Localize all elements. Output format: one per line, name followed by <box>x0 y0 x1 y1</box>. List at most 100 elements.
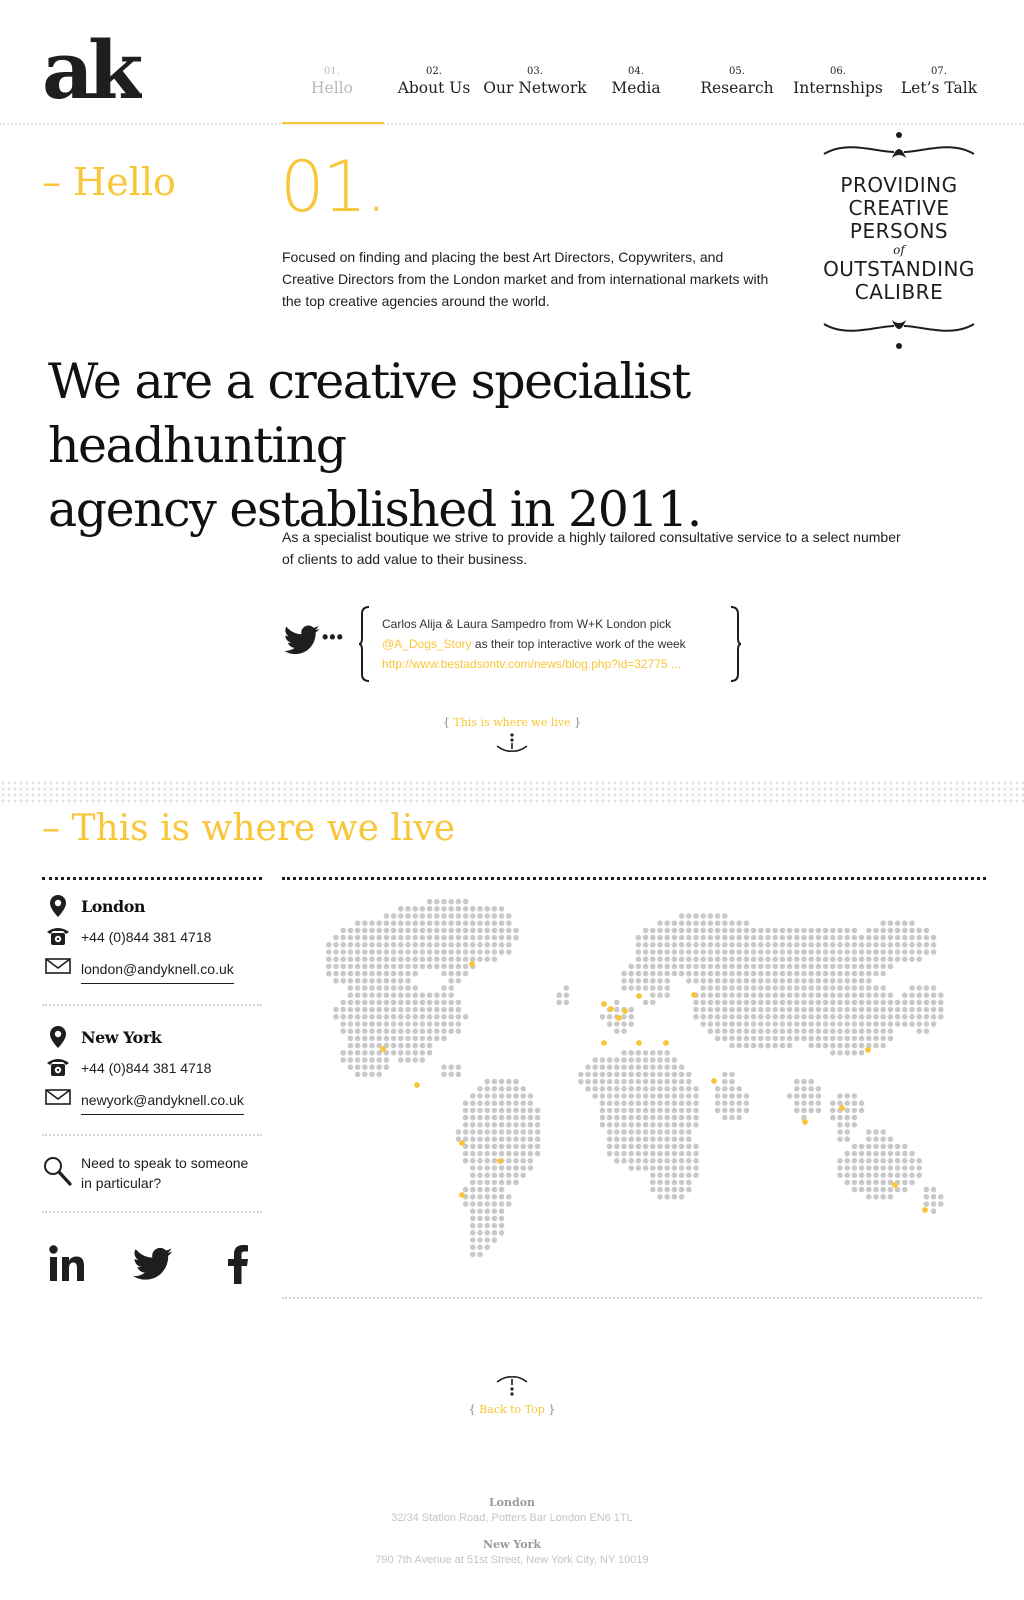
twitter-icon[interactable] <box>133 1244 173 1284</box>
map-location-marker[interactable] <box>622 1008 628 1014</box>
map-dot <box>664 992 670 998</box>
map-location-marker[interactable] <box>380 1046 386 1052</box>
nav-item-lets-talk[interactable]: 07. Let’s Talk <box>884 66 994 98</box>
map-dot <box>686 1078 692 1085</box>
map-dot <box>743 1021 750 1027</box>
map-dot <box>498 1122 505 1128</box>
map-dot <box>484 906 490 912</box>
nav-item-internships[interactable]: 06. Internships <box>783 66 893 98</box>
map-location-marker[interactable] <box>865 1047 871 1053</box>
map-dot <box>880 985 886 991</box>
map-location-marker[interactable] <box>414 1082 420 1088</box>
where-we-live-link[interactable]: { This is where we live } <box>412 716 612 729</box>
map-dot <box>902 949 908 955</box>
map-dot <box>491 1114 498 1121</box>
map-dot <box>434 934 440 941</box>
map-location-marker[interactable] <box>922 1207 928 1213</box>
map-dot <box>851 1050 858 1056</box>
map-dot <box>527 1150 534 1157</box>
nav-item-media[interactable]: 04. Media <box>581 66 691 98</box>
map-dot <box>419 1057 426 1063</box>
map-dot <box>455 978 462 984</box>
map-location-marker[interactable] <box>459 1140 465 1146</box>
map-dot <box>448 985 454 991</box>
map-dot <box>491 1165 498 1171</box>
map-dot <box>527 1093 534 1099</box>
map-dot <box>477 1222 483 1229</box>
map-dot <box>390 934 397 941</box>
brand-logo[interactable]: ak <box>42 28 142 102</box>
map-dot <box>470 1122 476 1128</box>
map-dot <box>398 906 404 912</box>
map-dot <box>491 934 498 941</box>
office-email-link[interactable]: london@andyknell.co.uk <box>81 961 234 984</box>
map-dot <box>491 1100 498 1106</box>
map-dot <box>347 1042 354 1049</box>
map-location-marker[interactable] <box>601 1001 607 1007</box>
nav-item-hello[interactable]: 01. Hello <box>277 66 387 98</box>
map-dot <box>693 1100 699 1106</box>
map-dot <box>837 1129 843 1135</box>
map-location-marker[interactable] <box>802 1119 808 1125</box>
map-dot <box>470 1237 476 1243</box>
map-dot <box>786 949 793 955</box>
map-dot <box>477 1100 483 1106</box>
map-dot <box>866 985 872 991</box>
map-dot <box>844 956 850 962</box>
map-location-marker[interactable] <box>608 1006 614 1012</box>
map-dot <box>477 1194 483 1200</box>
map-dot <box>909 956 915 962</box>
map-location-marker[interactable] <box>616 1015 622 1021</box>
map-dot <box>815 970 822 977</box>
phone-icon <box>47 928 69 945</box>
office-email-link[interactable]: newyork@andyknell.co.uk <box>81 1092 244 1115</box>
map-dot <box>650 1158 656 1164</box>
map-dot <box>729 963 735 970</box>
nav-item-our-network[interactable]: 03. Our Network <box>480 66 590 98</box>
map-dot <box>851 1186 858 1193</box>
map-location-marker[interactable] <box>636 993 642 999</box>
map-dot <box>722 1006 728 1013</box>
map-dot <box>599 1122 606 1128</box>
nav-item-research[interactable]: 05. Research <box>682 66 792 98</box>
back-to-top-link[interactable]: { Back to Top } <box>412 1403 612 1416</box>
map-dot <box>880 934 886 941</box>
scroll-down-ornament-icon[interactable] <box>495 732 529 754</box>
map-dot <box>354 1071 361 1078</box>
map-dot <box>866 963 872 970</box>
map-dot <box>722 1114 728 1121</box>
map-dot <box>347 1057 354 1063</box>
nav-item-about-us[interactable]: 02. About Us <box>379 66 489 98</box>
map-dot <box>750 949 757 955</box>
map-location-marker[interactable] <box>892 1182 898 1188</box>
map-dot <box>520 1107 526 1114</box>
map-location-marker[interactable] <box>711 1078 717 1084</box>
speak-to-someone-prompt[interactable]: Need to speak to someone in particular? <box>81 1153 261 1193</box>
map-location-marker[interactable] <box>691 992 697 998</box>
back-to-top-ornament-icon[interactable] <box>495 1374 529 1398</box>
map-dot <box>750 992 757 998</box>
map-dot <box>887 1035 894 1042</box>
map-dot <box>743 956 750 962</box>
map-dot <box>657 920 663 926</box>
map-dot <box>405 1014 411 1020</box>
map-location-marker[interactable] <box>663 1040 669 1046</box>
map-dot <box>484 1194 490 1200</box>
map-location-marker[interactable] <box>459 1192 465 1198</box>
linkedin-icon[interactable] <box>48 1244 88 1284</box>
tweet-url-link[interactable]: http://www.bestadsontv.com/news/blog.php… <box>382 657 681 671</box>
map-location-marker[interactable] <box>839 1105 845 1111</box>
map-dot <box>362 949 368 955</box>
map-dot <box>477 1114 483 1121</box>
map-dot <box>340 942 346 948</box>
map-location-marker[interactable] <box>469 961 475 967</box>
map-location-marker[interactable] <box>497 1158 503 1164</box>
map-dot <box>441 920 447 926</box>
map-dot <box>506 1093 512 1099</box>
map-dot <box>822 1028 829 1034</box>
map-dot <box>693 913 699 919</box>
map-location-marker[interactable] <box>636 1040 642 1046</box>
tweet-handle-link[interactable]: @A_Dogs_Story <box>382 637 472 651</box>
facebook-icon[interactable] <box>220 1244 260 1284</box>
map-location-marker[interactable] <box>601 1040 607 1046</box>
